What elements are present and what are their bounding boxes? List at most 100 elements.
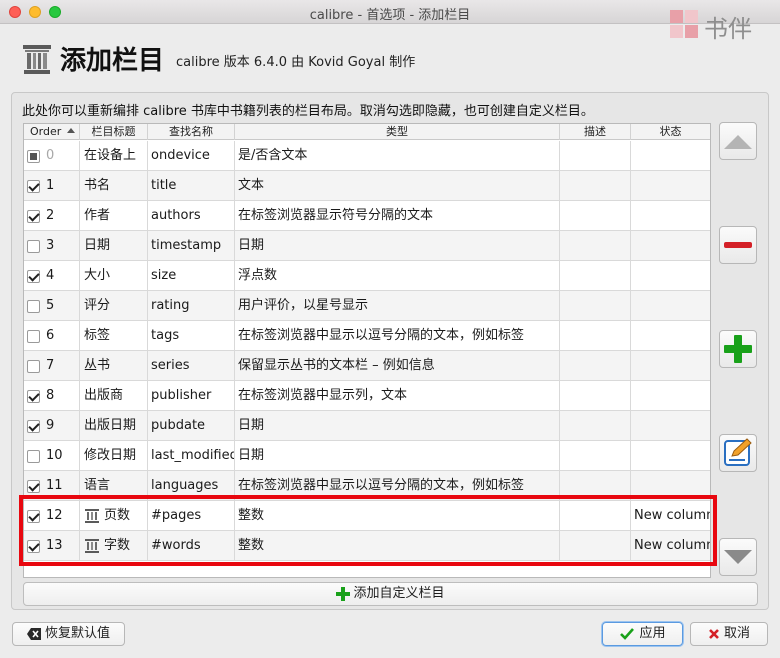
- visibility-checkbox[interactable]: [27, 540, 40, 553]
- order-cell: 4: [24, 261, 80, 291]
- column-title: 书名: [84, 178, 111, 193]
- table-row[interactable]: 13 字数 #words 整数 New column: [24, 531, 710, 561]
- header-column-title[interactable]: 栏目标题: [80, 124, 148, 140]
- status-text: [631, 268, 634, 283]
- move-down-button[interactable]: [719, 538, 757, 576]
- desc-text: [560, 448, 563, 463]
- lookup-cell: timestamp: [148, 231, 235, 261]
- lookup-text: #words: [151, 538, 201, 553]
- remove-column-button[interactable]: [719, 226, 757, 264]
- column-title-cell: 出版日期: [80, 411, 148, 441]
- status-cell: [631, 381, 710, 411]
- order-number: 5: [46, 298, 55, 313]
- column-title-cell: 丛书: [80, 351, 148, 381]
- visibility-checkbox[interactable]: [27, 240, 40, 253]
- desc-cell: [560, 381, 631, 411]
- table-row[interactable]: 3 日期 timestamp 日期: [24, 231, 710, 261]
- cancel-button[interactable]: 取消: [690, 622, 768, 646]
- header-status[interactable]: 状态: [631, 124, 710, 140]
- desc-text: [560, 388, 563, 403]
- table-row[interactable]: 5 评分 rating 用户评价，以星号显示: [24, 291, 710, 321]
- desc-cell: [560, 141, 631, 171]
- status-text: [631, 388, 634, 403]
- desc-cell: [560, 291, 631, 321]
- apply-button[interactable]: 应用: [602, 622, 683, 646]
- title-bar: calibre - 首选项 - 添加栏目: [0, 0, 780, 24]
- status-cell: [631, 171, 710, 201]
- header-description[interactable]: 描述: [560, 124, 631, 140]
- add-custom-column-button[interactable]: 添加自定义栏目: [23, 582, 758, 606]
- table-row[interactable]: 2 作者 authors 在标签浏览器显示符号分隔的文本: [24, 201, 710, 231]
- visibility-checkbox[interactable]: [27, 390, 40, 403]
- lookup-text: tags: [151, 328, 180, 343]
- lookup-cell: series: [148, 351, 235, 381]
- lookup-cell: tags: [148, 321, 235, 351]
- type-text: 是/否含文本: [238, 148, 308, 163]
- header-lookup-name[interactable]: 查找名称: [148, 124, 235, 140]
- status-text: [631, 238, 634, 253]
- column-title: 丛书: [84, 358, 111, 373]
- preferences-window: calibre - 首选项 - 添加栏目 书伴 添加栏目 calibre 版本 …: [0, 0, 780, 658]
- lookup-cell: ondevice: [148, 141, 235, 171]
- status-text: [631, 178, 634, 193]
- desc-text: [560, 358, 563, 373]
- column-title: 日期: [84, 238, 111, 253]
- lookup-text: languages: [151, 478, 219, 493]
- window-title: calibre - 首选项 - 添加栏目: [309, 8, 471, 23]
- visibility-checkbox[interactable]: [27, 210, 40, 223]
- header-type[interactable]: 类型: [235, 124, 560, 140]
- order-cell: 3: [24, 231, 80, 261]
- column-title-cell: 修改日期: [80, 441, 148, 471]
- header-order[interactable]: Order: [24, 124, 80, 140]
- column-icon: [85, 509, 99, 523]
- visibility-checkbox[interactable]: [27, 480, 40, 493]
- watermark-text: 书伴: [704, 15, 752, 43]
- table-row[interactable]: 1 书名 title 文本: [24, 171, 710, 201]
- visibility-checkbox[interactable]: [27, 300, 40, 313]
- order-cell: 7: [24, 351, 80, 381]
- visibility-checkbox[interactable]: [27, 270, 40, 283]
- table-row[interactable]: 6 标签 tags 在标签浏览器中显示以逗号分隔的文本，例如标签: [24, 321, 710, 351]
- order-number: 10: [46, 448, 63, 463]
- lookup-cell: rating: [148, 291, 235, 321]
- table-row[interactable]: 11 语言 languages 在标签浏览器中显示以逗号分隔的文本，例如标签: [24, 471, 710, 501]
- table-row[interactable]: 7 丛书 series 保留显示丛书的文本栏 – 例如信息: [24, 351, 710, 381]
- table-row[interactable]: 4 大小 size 浮点数: [24, 261, 710, 291]
- desc-cell: [560, 321, 631, 351]
- order-number: 1: [46, 178, 55, 193]
- visibility-checkbox[interactable]: [27, 450, 40, 463]
- desc-cell: [560, 441, 631, 471]
- column-title-cell: 页数: [80, 501, 148, 531]
- desc-text: [560, 418, 563, 433]
- visibility-checkbox[interactable]: [27, 420, 40, 433]
- type-cell: 在标签浏览器中显示以逗号分隔的文本，例如标签: [235, 321, 560, 351]
- edit-icon: [724, 438, 752, 466]
- add-column-button[interactable]: [719, 330, 757, 368]
- visibility-checkbox[interactable]: [27, 510, 40, 523]
- column-title-cell: 日期: [80, 231, 148, 261]
- table-row[interactable]: 9 出版日期 pubdate 日期: [24, 411, 710, 441]
- lookup-cell: size: [148, 261, 235, 291]
- lookup-cell: title: [148, 171, 235, 201]
- type-cell: 用户评价，以星号显示: [235, 291, 560, 321]
- table-row[interactable]: 12 页数 #pages 整数 New column: [24, 501, 710, 531]
- columns-table[interactable]: Order 栏目标题 查找名称 类型 描述 状态 0 在设备上 ondevice 是/…: [23, 123, 711, 578]
- table-row[interactable]: 10 修改日期 last_modified 日期: [24, 441, 710, 471]
- desc-text: [560, 268, 563, 283]
- page-header: 添加栏目 calibre 版本 6.4.0 由 Kovid Goyal 制作: [20, 40, 620, 80]
- visibility-checkbox[interactable]: [27, 360, 40, 373]
- visibility-checkbox[interactable]: [27, 180, 40, 193]
- type-text: 用户评价，以星号显示: [238, 298, 369, 313]
- move-up-button[interactable]: [719, 122, 757, 160]
- status-text: New column: [634, 538, 710, 553]
- visibility-checkbox[interactable]: [27, 150, 40, 163]
- edit-column-button[interactable]: [719, 434, 757, 472]
- visibility-checkbox[interactable]: [27, 330, 40, 343]
- table-row[interactable]: 8 出版商 publisher 在标签浏览器中显示列，文本: [24, 381, 710, 411]
- status-text: [631, 298, 634, 313]
- order-cell: 11: [24, 471, 80, 501]
- status-cell: [631, 321, 710, 351]
- table-row[interactable]: 0 在设备上 ondevice 是/否含文本: [24, 141, 710, 171]
- column-title: 大小: [84, 268, 111, 283]
- restore-defaults-button[interactable]: 恢复默认值: [12, 622, 125, 646]
